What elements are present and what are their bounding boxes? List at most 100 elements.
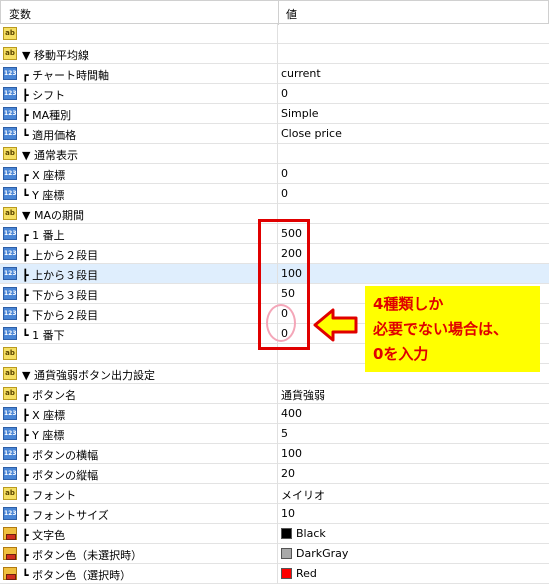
- table-row[interactable]: 123 ┣ ボタンの縦幅 20: [0, 464, 549, 484]
- row-value[interactable]: 10: [281, 507, 295, 520]
- row-name: ┏ ボタン名: [22, 389, 77, 402]
- row-name: ┣ フォント: [22, 489, 77, 502]
- 123-icon: 123: [3, 327, 17, 340]
- row-name: ┣ 上から２段目: [22, 249, 99, 262]
- row-name: ┣ 文字色: [22, 529, 66, 542]
- 123-icon: 123: [3, 507, 17, 520]
- table-row[interactable]: 123 ┣ ボタンの横幅 100: [0, 444, 549, 464]
- 123-icon: 123: [3, 247, 17, 260]
- row-value[interactable]: Black: [296, 527, 326, 540]
- table-row[interactable]: 123 ┣ X 座標 400: [0, 404, 549, 424]
- table-row[interactable]: ab ▼ 移動平均線: [0, 44, 549, 64]
- row-name: ┣ MA種別: [22, 109, 72, 122]
- cell-divider: [277, 404, 278, 424]
- table-row[interactable]: ab ┣ フォント メイリオ: [0, 484, 549, 504]
- table-row[interactable]: 123 ┗ Y 座標 0: [0, 184, 549, 204]
- 123-icon: 123: [3, 227, 17, 240]
- row-value[interactable]: 0: [281, 187, 288, 200]
- table-row[interactable]: 123 ┣ MA種別 Simple: [0, 104, 549, 124]
- 123-icon: 123: [3, 467, 17, 480]
- row-name: ┣ 上から３段目: [22, 269, 99, 282]
- table-row[interactable]: 123 ┣ シフト 0: [0, 84, 549, 104]
- row-value[interactable]: 通貨強弱: [281, 387, 325, 403]
- table-row[interactable]: ab ┏ ボタン名 通貨強弱: [0, 384, 549, 404]
- row-value[interactable]: 0: [281, 167, 288, 180]
- table-row[interactable]: 123 ┣ Y 座標 5: [0, 424, 549, 444]
- row-value[interactable]: Red: [296, 567, 317, 580]
- table-row[interactable]: 123 ┣ フォントサイズ 10: [0, 504, 549, 524]
- row-value[interactable]: 5: [281, 427, 288, 440]
- left-arrow-icon: [313, 308, 358, 342]
- table-row[interactable]: ┣ ボタン色（未選択時） DarkGray: [0, 544, 549, 564]
- row-value[interactable]: DarkGray: [296, 547, 348, 560]
- 123-icon: 123: [3, 107, 17, 120]
- 123-icon: 123: [3, 187, 17, 200]
- cell-divider: [277, 364, 278, 384]
- row-name: ┣ ボタンの縦幅: [22, 469, 99, 482]
- cell-divider: [277, 384, 278, 404]
- row-name: ┣ フォントサイズ: [22, 509, 109, 522]
- 123-icon: 123: [3, 287, 17, 300]
- 123-icon: 123: [3, 167, 17, 180]
- table-row[interactable]: ┣ 文字色 Black: [0, 524, 549, 544]
- color-icon: [3, 547, 17, 560]
- row-value[interactable]: 100: [281, 447, 302, 460]
- 123-icon: 123: [3, 127, 17, 140]
- row-name: ┗ 1 番下: [22, 329, 65, 342]
- cell-divider: [277, 84, 278, 104]
- cell-divider: [277, 564, 278, 584]
- table-row[interactable]: 123 ┗ 適用価格 Close price: [0, 124, 549, 144]
- row-value[interactable]: Close price: [281, 127, 342, 140]
- ab-icon: ab: [3, 207, 17, 220]
- row-value[interactable]: 20: [281, 467, 295, 480]
- cell-divider: [277, 164, 278, 184]
- row-value[interactable]: current: [281, 67, 321, 80]
- 123-icon: 123: [3, 67, 17, 80]
- row-name: ┣ 下から３段目: [22, 289, 99, 302]
- 123-icon: 123: [3, 447, 17, 460]
- annotation-line-3: 0を入力: [373, 345, 429, 363]
- column-divider[interactable]: [278, 1, 279, 25]
- color-swatch: [281, 528, 292, 539]
- row-value[interactable]: Simple: [281, 107, 319, 120]
- color-icon: [3, 567, 17, 580]
- cell-divider: [277, 484, 278, 504]
- row-name: ┏ X 座標: [22, 169, 66, 182]
- cell-divider: [277, 104, 278, 124]
- column-header-variable[interactable]: 変数: [9, 6, 31, 22]
- row-name: ┗ ボタン色（選択時）: [22, 569, 132, 582]
- row-name: ┣ Y 座標: [22, 429, 65, 442]
- row-name: ┏ チャート時間軸: [22, 69, 110, 82]
- ab-icon: ab: [3, 367, 17, 380]
- table-row[interactable]: ┗ ボタン色（選択時） Red: [0, 564, 549, 584]
- ab-icon: ab: [3, 487, 17, 500]
- ab-icon: ab: [3, 147, 17, 160]
- annotation-note: 4種類しか 必要でない場合は、 0を入力: [365, 286, 540, 372]
- row-value[interactable]: 0: [281, 87, 288, 100]
- column-header-value[interactable]: 値: [286, 6, 297, 22]
- ab-icon: ab: [3, 47, 17, 60]
- cell-divider: [277, 504, 278, 524]
- row-name: ▼ MAの期間: [22, 209, 84, 222]
- cell-divider: [277, 464, 278, 484]
- row-name: ┗ Y 座標: [22, 189, 65, 202]
- cell-divider: [277, 24, 278, 44]
- cell-divider: [277, 44, 278, 64]
- table-row[interactable]: ab: [0, 24, 549, 44]
- cell-divider: [277, 424, 278, 444]
- 123-icon: 123: [3, 267, 17, 280]
- 123-icon: 123: [3, 87, 17, 100]
- cell-divider: [277, 544, 278, 564]
- row-value[interactable]: メイリオ: [281, 487, 325, 503]
- table-row[interactable]: 123 ┏ X 座標 0: [0, 164, 549, 184]
- cell-divider: [277, 124, 278, 144]
- 123-icon: 123: [3, 307, 17, 320]
- table-row[interactable]: ab ▼ 通常表示: [0, 144, 549, 164]
- row-name: ┣ シフト: [22, 89, 66, 102]
- color-swatch: [281, 548, 292, 559]
- row-value[interactable]: 400: [281, 407, 302, 420]
- row-name: ┣ X 座標: [22, 409, 66, 422]
- 123-icon: 123: [3, 407, 17, 420]
- table-row[interactable]: 123 ┏ チャート時間軸 current: [0, 64, 549, 84]
- row-name: ▼ 移動平均線: [22, 49, 89, 62]
